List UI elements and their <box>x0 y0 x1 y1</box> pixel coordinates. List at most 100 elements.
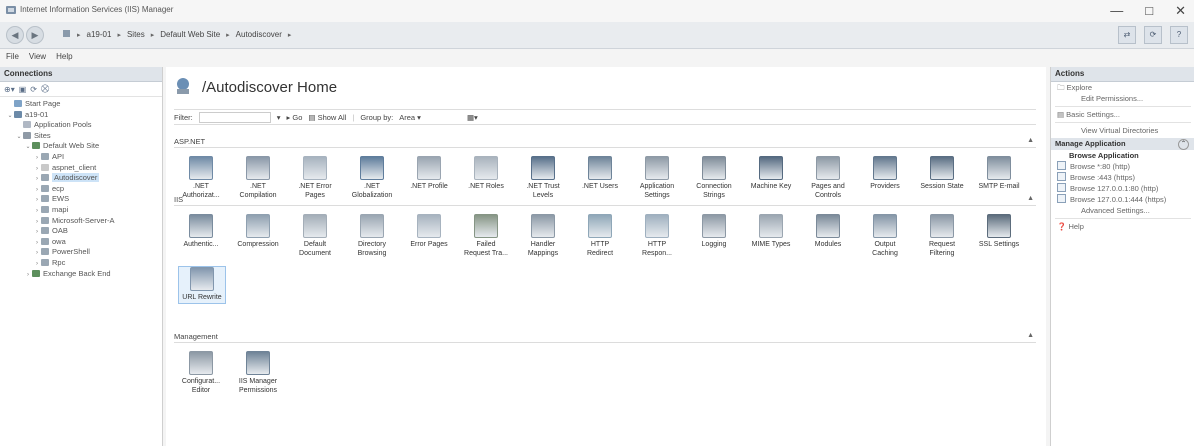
help-link[interactable]: ❓ Help <box>1051 221 1194 232</box>
breadcrumb-server[interactable]: a19-01 <box>87 30 112 39</box>
breadcrumb-autodiscover[interactable]: Autodiscover <box>236 30 282 39</box>
menu-file[interactable]: File <box>6 52 19 61</box>
feature-tile[interactable]: HTTP Redirect <box>577 214 623 258</box>
feature-tile[interactable]: MIME Types <box>748 214 794 250</box>
tree-node[interactable]: Application Pools <box>0 120 162 131</box>
feature-tile[interactable]: .NET Compilation <box>235 156 281 200</box>
section-header[interactable]: IIS ▲ <box>174 195 1036 206</box>
minimize-button[interactable]: — <box>1110 3 1123 19</box>
expand-right-icon[interactable]: › <box>24 270 32 281</box>
breadcrumb-default-web-site[interactable]: Default Web Site <box>160 30 220 39</box>
connect-icon[interactable]: ⊕▾ <box>4 85 15 94</box>
tree-node[interactable]: › EWS <box>0 194 162 205</box>
disconnect-icon[interactable]: ⛒ <box>41 84 49 94</box>
feature-tile[interactable]: SSL Settings <box>976 214 1022 250</box>
tree-node[interactable]: › Autodiscover <box>0 173 162 184</box>
menu-view[interactable]: View <box>29 52 46 61</box>
feature-icon <box>190 267 214 291</box>
connect-icon[interactable]: ⇄ <box>1118 26 1136 44</box>
tree-node[interactable]: › mapi <box>0 205 162 216</box>
app-icon <box>41 205 49 213</box>
feature-tile[interactable]: .NET Profile <box>406 156 452 192</box>
feature-tile[interactable]: Session State <box>919 156 965 192</box>
tree-node[interactable]: Start Page <box>0 99 162 110</box>
group-by-select[interactable]: Area ▾ <box>399 113 421 122</box>
feature-tile[interactable]: .NET Error Pages <box>292 156 338 200</box>
show-all-button[interactable]: ▤ Show All <box>308 113 346 122</box>
feature-tile[interactable]: Machine Key <box>748 156 794 192</box>
back-button[interactable]: ◀ <box>6 26 24 44</box>
feature-tile[interactable]: Connection Strings <box>691 156 737 200</box>
view-mode-icon[interactable]: ▦▾ <box>467 113 478 122</box>
tree-node[interactable]: › PowerShell <box>0 247 162 258</box>
tree-node[interactable]: ⌄ Default Web Site <box>0 141 162 152</box>
app-icon <box>41 258 49 266</box>
tree-node[interactable]: ⌄ a19-01 <box>0 110 162 121</box>
filter-dropdown-icon[interactable]: ▾ <box>277 113 281 122</box>
tree-node[interactable]: › Rpc <box>0 258 162 269</box>
basic-settings-link[interactable]: ▤ Basic Settings... <box>1051 109 1194 120</box>
feature-tile[interactable]: Error Pages <box>406 214 452 250</box>
view-virtual-directories-link[interactable]: View Virtual Directories <box>1051 125 1194 136</box>
close-button[interactable]: ✕ <box>1175 3 1186 19</box>
feature-tile[interactable]: .NET Trust Levels <box>520 156 566 200</box>
feature-icon <box>816 214 840 238</box>
refresh-icon[interactable]: ⟳ <box>1144 26 1162 44</box>
feature-tile[interactable]: Modules <box>805 214 851 250</box>
feature-tile[interactable]: IIS Manager Permissions <box>235 351 281 395</box>
filter-input[interactable] <box>198 111 271 123</box>
tree-node[interactable]: ⌄ Sites <box>0 131 162 142</box>
feature-tile[interactable]: .NET Users <box>577 156 623 192</box>
feature-tile[interactable]: Logging <box>691 214 737 250</box>
feature-tile[interactable]: Authentic... <box>178 214 224 250</box>
feature-tile[interactable]: .NET Authorizat... <box>178 156 224 200</box>
tree-node[interactable]: › ecp <box>0 184 162 195</box>
menu-help[interactable]: Help <box>56 52 72 61</box>
browse-link[interactable]: Browse 127.0.0.1:80 (http) <box>1051 183 1194 194</box>
feature-tile[interactable]: Failed Request Tra... <box>463 214 509 258</box>
feature-tile[interactable]: URL Rewrite <box>178 266 226 304</box>
tree-node[interactable]: › Exchange Back End <box>0 269 162 280</box>
breadcrumb-sites[interactable]: Sites <box>127 30 145 39</box>
feature-icon <box>303 156 327 180</box>
feature-tile[interactable]: Providers <box>862 156 908 192</box>
feature-tile[interactable]: Application Settings <box>634 156 680 200</box>
feature-tile[interactable]: Pages and Controls <box>805 156 851 200</box>
tree-node[interactable]: › owa <box>0 237 162 248</box>
feature-tile[interactable]: Handler Mappings <box>520 214 566 258</box>
feature-label: Output Caching <box>872 241 898 257</box>
forward-button[interactable]: ▶ <box>26 26 44 44</box>
feature-tile[interactable]: .NET Roles <box>463 156 509 192</box>
feature-tile[interactable]: Default Document <box>292 214 338 258</box>
collapse-icon[interactable]: ▲ <box>1027 332 1034 339</box>
feature-tile[interactable]: Configurat... Editor <box>178 351 224 395</box>
feature-tile[interactable]: HTTP Respon... <box>634 214 680 258</box>
feature-tile[interactable]: .NET Globalization <box>349 156 395 200</box>
collapse-icon[interactable]: ▲ <box>1027 195 1034 202</box>
browse-link[interactable]: Browse :443 (https) <box>1051 172 1194 183</box>
collapse-icon[interactable]: ▲ <box>1027 137 1034 144</box>
collapse-icon[interactable]: ⌃ <box>1178 139 1189 150</box>
browse-link[interactable]: Browse 127.0.0.1:444 (https) <box>1051 194 1194 205</box>
tree-node[interactable]: › Microsoft-Server-A <box>0 216 162 227</box>
manage-application-header[interactable]: Manage Application ⌃ <box>1051 138 1194 150</box>
go-button[interactable]: ▸ Go <box>287 113 303 122</box>
feature-tile[interactable]: Compression <box>235 214 281 250</box>
browse-link[interactable]: Browse *:80 (http) <box>1051 161 1194 172</box>
feature-tile[interactable]: Directory Browsing <box>349 214 395 258</box>
save-icon[interactable]: ▣ <box>19 85 27 94</box>
tree-node[interactable]: › API <box>0 152 162 163</box>
help-icon[interactable]: ? <box>1170 26 1188 44</box>
explore-link[interactable]: 🗀 Explore <box>1051 82 1194 93</box>
feature-tile[interactable]: Request Filtering <box>919 214 965 258</box>
tree-node[interactable]: › OAB <box>0 226 162 237</box>
feature-tile[interactable]: SMTP E-mail <box>976 156 1022 192</box>
section-header[interactable]: Management ▲ <box>174 332 1036 343</box>
advanced-settings-link[interactable]: Advanced Settings... <box>1051 205 1194 216</box>
restore-button[interactable]: □ <box>1145 3 1153 19</box>
refresh-icon[interactable]: ⟳ <box>30 85 37 94</box>
feature-tile[interactable]: Output Caching <box>862 214 908 258</box>
tree-node[interactable]: › aspnet_client <box>0 163 162 174</box>
section-header[interactable]: ASP.NET ▲ <box>174 137 1036 148</box>
edit-permissions-link[interactable]: Edit Permissions... <box>1051 93 1194 104</box>
